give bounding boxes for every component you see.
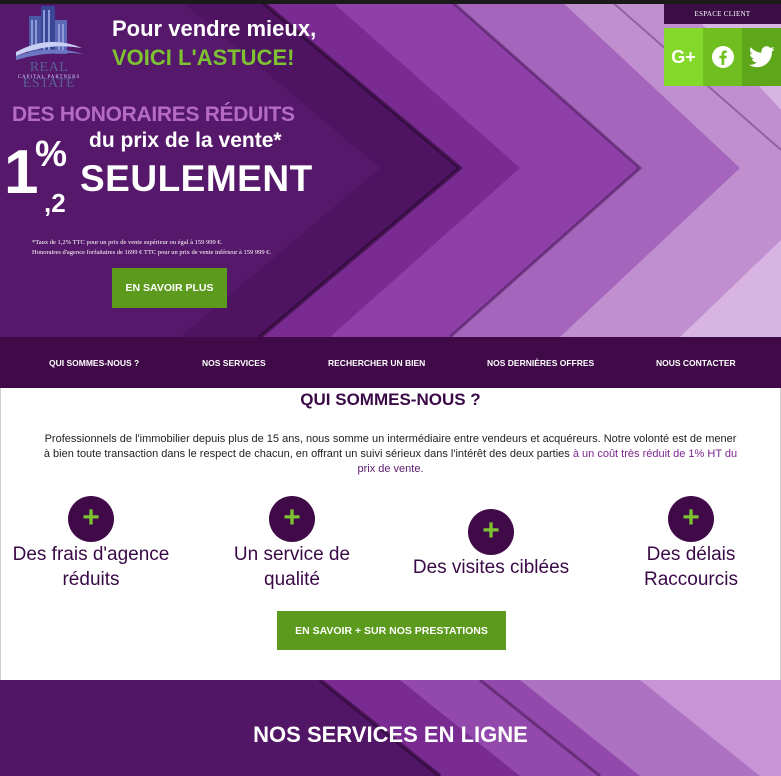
en-savoir-prestations-button[interactable]: EN SAVOIR + SUR NOS PRESTATIONS: [277, 611, 506, 650]
plus-icon: +: [269, 496, 315, 542]
main-nav: QUI SOMMES-NOUS ? NOS SERVICES RECHERCHE…: [0, 337, 781, 388]
about-line-3: prix de vente.: [357, 463, 424, 475]
hero-tagline-1: Pour vendre mieux,: [112, 16, 317, 41]
rate-decimal: ,2: [44, 188, 66, 218]
about-line-2-text: à bien toute transaction dans le respect…: [43, 448, 573, 460]
hero-prix-text: du prix de la vente*: [89, 129, 282, 152]
google-plus-button[interactable]: G+: [664, 28, 703, 86]
feature-service-line-2: qualité: [264, 569, 320, 590]
about-line-2: à bien toute transaction dans le respect…: [0, 447, 781, 462]
plus-icon: +: [668, 496, 714, 542]
buildings-icon: [16, 6, 84, 60]
facebook-icon: [711, 46, 734, 68]
plus-glyph: +: [682, 501, 700, 534]
hero-honoraires-heading: DES HONORAIRES RÉDUITS: [12, 103, 295, 126]
plus-glyph: +: [82, 501, 100, 534]
about-line-1: Professionnels de l'immobilier depuis pl…: [44, 433, 737, 445]
twitter-icon: [748, 46, 775, 68]
espace-client-link[interactable]: ESPACE CLIENT: [664, 4, 781, 24]
plus-icon: +: [468, 509, 514, 555]
plus-glyph: +: [283, 501, 301, 534]
plus-glyph: +: [482, 514, 500, 547]
en-savoir-plus-button[interactable]: EN SAVOIR PLUS: [112, 268, 227, 308]
feature-frais-line-1: Des frais d'agence: [12, 544, 170, 565]
about-paragraph: Professionnels de l'immobilier depuis pl…: [0, 432, 781, 477]
feature-delais: Des délais Raccourcis: [600, 542, 781, 592]
hero-footnote-2: Honoraires d'agence forfaitaires de 1699…: [32, 249, 272, 256]
nav-item-dernieres-offres[interactable]: NOS DERNIÈRES OFFRES: [487, 358, 594, 368]
about-line-2-highlight: à un coût très réduit de 1% HT du: [572, 448, 738, 460]
facebook-button[interactable]: [703, 28, 742, 86]
feature-visites-line-1: Des visites ciblées: [412, 557, 570, 578]
rate-percent-sign: %: [35, 133, 68, 174]
services-title: NOS SERVICES EN LIGNE: [253, 722, 528, 747]
twitter-button[interactable]: [742, 28, 781, 86]
nav-item-nous-contacter[interactable]: NOUS CONTACTER: [656, 358, 736, 368]
nav-item-nos-services[interactable]: NOS SERVICES: [202, 358, 266, 368]
google-plus-icon: G+: [671, 46, 696, 67]
feature-visites: Des visites ciblées: [398, 555, 584, 580]
feature-delais-line-1: Des délais: [646, 544, 736, 565]
nav-item-rechercher-un-bien[interactable]: RECHERCHER UN BIEN: [328, 358, 425, 368]
feature-service-line-1: Un service de: [233, 544, 351, 565]
hero-tagline-2: VOICI L'ASTUCE!: [112, 45, 295, 70]
feature-service: Un service de qualité: [200, 542, 384, 592]
brand-logo[interactable]: REAL ESTATE CAPITAL PARTNERS: [4, 4, 94, 91]
feature-delais-line-2: Raccourcis: [644, 569, 738, 590]
feature-frais: Des frais d'agence réduits: [0, 542, 182, 592]
plus-icon: +: [68, 496, 114, 542]
feature-frais-line-2: réduits: [62, 569, 120, 590]
about-title: QUI SOMMES-NOUS ?: [300, 390, 481, 409]
hero-footnote-1: *Taux de 1,2% TTC pour un prix de vente …: [32, 239, 223, 246]
brand-subtitle: CAPITAL PARTNERS: [17, 75, 81, 80]
hero-seulement: SEULEMENT: [80, 158, 313, 199]
rate-integer: 1: [4, 138, 39, 207]
nav-item-qui-sommes-nous[interactable]: QUI SOMMES-NOUS ?: [49, 358, 139, 368]
